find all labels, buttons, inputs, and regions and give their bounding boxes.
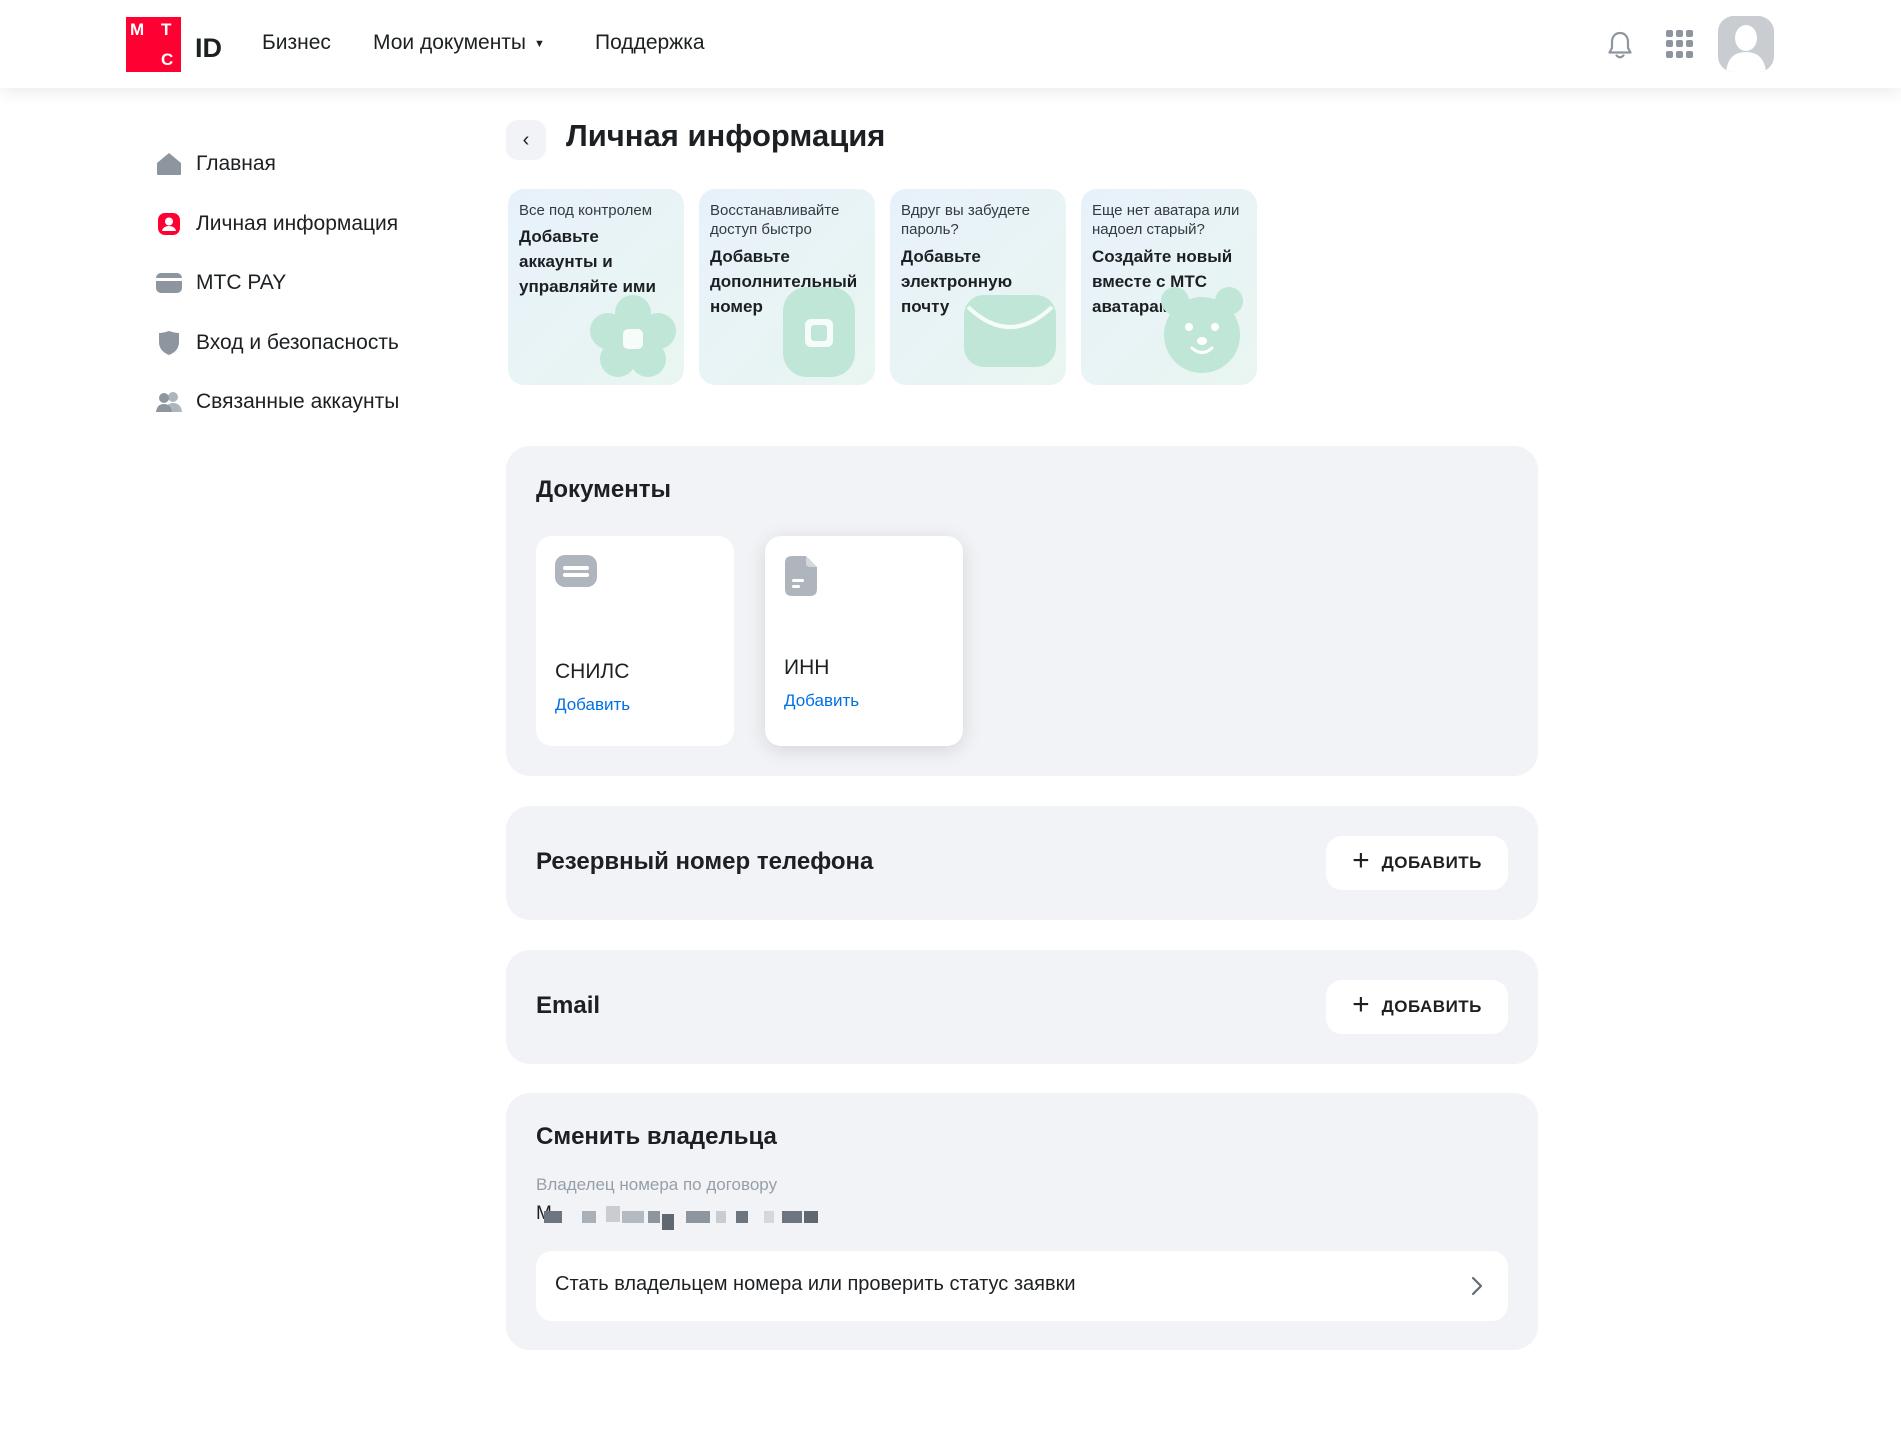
sidebar-item-home[interactable]: Главная: [155, 146, 276, 182]
add-backup-phone-button[interactable]: + ДОБАВИТЬ: [1326, 836, 1508, 890]
sidebar-item-personal-info[interactable]: Личная информация: [155, 206, 398, 242]
nav-my-documents-label: Мои документы: [373, 31, 527, 54]
plus-icon: +: [1352, 988, 1370, 1021]
envelope-icon: [964, 295, 1056, 367]
add-email-button[interactable]: + ДОБАВИТЬ: [1326, 980, 1508, 1034]
backup-phone-title: Резервный номер телефона: [536, 848, 874, 875]
promo-title: Добавьте аккаунты и управляйте ими: [519, 227, 656, 296]
documents-section: Документы СНИЛС Добавить ИНН Добавить: [506, 446, 1538, 776]
sidebar-item-mts-pay[interactable]: МТС PAY: [155, 265, 286, 301]
promo-card-email[interactable]: Вдруг вы забудете пароль? Добавьте элект…: [890, 189, 1066, 385]
caret-down-icon: ▼: [534, 38, 545, 50]
flower-icon: [590, 295, 676, 377]
documents-title: Документы: [536, 476, 671, 503]
document-card-inn[interactable]: ИНН Добавить: [765, 536, 963, 746]
avatar-placeholder-icon: [1718, 16, 1774, 72]
change-owner-title: Сменить владельца: [536, 1123, 777, 1150]
promo-subtitle: Восстанавливайте доступ быстро: [710, 202, 840, 238]
chevron-left-icon: ‹: [522, 128, 530, 151]
bear-icon: [1161, 287, 1243, 373]
email-section: Email + ДОБАВИТЬ: [506, 950, 1538, 1064]
promo-subtitle: Вдруг вы забудете пароль?: [901, 202, 1030, 238]
nav-business[interactable]: Бизнес: [262, 31, 331, 55]
promo-card-accounts[interactable]: Все под контролем Добавьте аккаунты и уп…: [508, 189, 684, 385]
promo-subtitle: Еще нет аватара или надоел старый?: [1092, 202, 1240, 238]
people-icon: [155, 388, 183, 416]
document-card-snils[interactable]: СНИЛС Добавить: [536, 536, 734, 746]
page-title: Личная информация: [566, 118, 886, 153]
nav-support[interactable]: Поддержка: [595, 31, 705, 55]
snils-card-icon: [555, 555, 597, 587]
document-icon: [785, 556, 817, 596]
document-name: ИНН: [784, 656, 830, 679]
document-name: СНИЛС: [555, 660, 630, 683]
logo-id-text: ID: [195, 33, 222, 63]
user-avatar[interactable]: [1718, 16, 1774, 72]
become-owner-label: Стать владельцем номера или проверить ст…: [555, 1273, 1076, 1295]
home-icon: [155, 150, 183, 178]
add-document-link[interactable]: Добавить: [555, 695, 630, 715]
become-owner-link[interactable]: Стать владельцем номера или проверить ст…: [536, 1251, 1508, 1321]
sidebar-item-security[interactable]: Вход и безопасность: [155, 325, 399, 361]
back-button[interactable]: ‹: [506, 120, 546, 160]
promo-card-backup-number[interactable]: Восстанавливайте доступ быстро Добавьте …: [699, 189, 875, 385]
sidebar-item-label: Связанные аккаунты: [196, 390, 400, 413]
plus-icon: +: [1352, 844, 1370, 877]
apps-grid-icon[interactable]: [1666, 30, 1694, 58]
promo-subtitle: Все под контролем: [519, 202, 653, 219]
person-icon: [155, 210, 183, 238]
change-owner-section: Сменить владельца Владелец номера по дог…: [506, 1093, 1538, 1350]
card-icon: [155, 269, 183, 297]
backup-phone-section: Резервный номер телефона + ДОБАВИТЬ: [506, 806, 1538, 920]
sidebar-item-label: Личная информация: [196, 212, 399, 235]
mts-logo[interactable]: М Т С: [126, 17, 181, 72]
sidebar-item-linked-accounts[interactable]: Связанные аккаунты: [155, 384, 399, 420]
add-document-link[interactable]: Добавить: [784, 691, 859, 711]
add-button-label: ДОБАВИТЬ: [1381, 853, 1482, 872]
bell-icon[interactable]: [1605, 29, 1635, 61]
email-title: Email: [536, 992, 601, 1019]
logo-letter: С: [161, 50, 174, 69]
sidebar-item-label: Вход и безопасность: [196, 331, 399, 354]
sidebar-item-label: МТС PAY: [196, 271, 287, 294]
top-header: М Т С ID Бизнес Мои документы ▼ Поддержка: [0, 0, 1901, 88]
logo-letter: М: [130, 20, 145, 39]
chevron-right-icon: [1471, 1276, 1483, 1296]
logo-letter: Т: [161, 20, 172, 39]
shield-icon: [155, 329, 183, 357]
nav-my-documents[interactable]: Мои документы ▼: [373, 31, 545, 55]
sidebar-item-label: Главная: [196, 152, 276, 175]
add-button-label: ДОБАВИТЬ: [1381, 997, 1482, 1016]
phone-icon: [783, 287, 855, 377]
owner-name-redacted: [536, 1206, 826, 1230]
owner-label: Владелец номера по договору: [536, 1175, 778, 1194]
promo-card-avatar[interactable]: Еще нет аватара или надоел старый? Созда…: [1081, 189, 1257, 385]
